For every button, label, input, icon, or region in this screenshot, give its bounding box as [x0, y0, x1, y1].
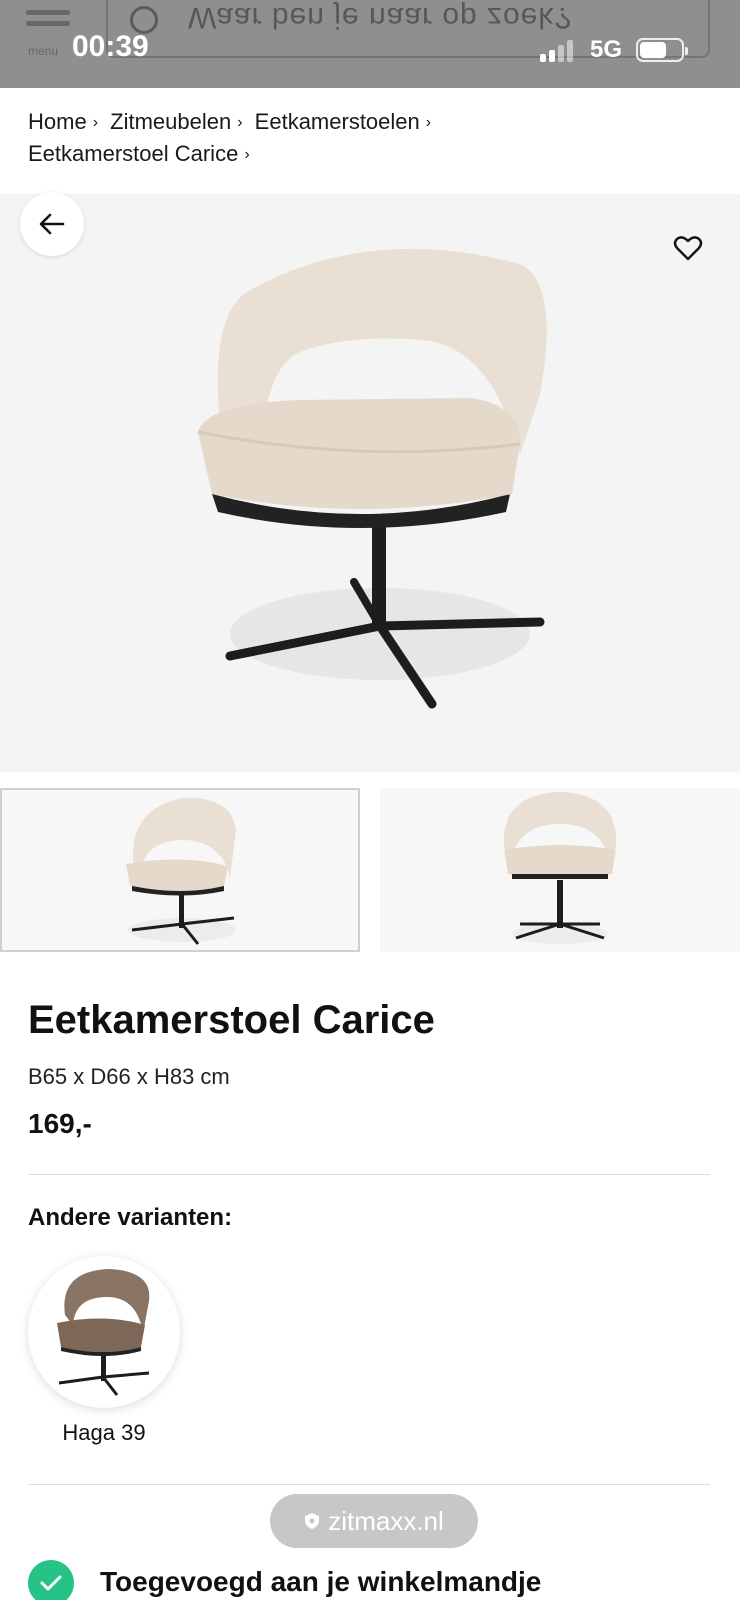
back-button[interactable] — [20, 192, 84, 256]
chair-image — [197, 248, 547, 709]
toast-message: Toegevoegd aan je winkelmandje — [100, 1566, 542, 1597]
site-domain: zitmaxx.nl — [328, 1505, 444, 1536]
site-header: menu Waar ben je naar op zoek? 00:39 5G — [0, 0, 740, 88]
breadcrumb-separator: › — [237, 114, 243, 131]
thumbnail-2[interactable] — [380, 788, 740, 952]
variants-heading: Andere varianten: — [28, 1204, 233, 1231]
status-time: 00:39 — [72, 30, 149, 63]
breadcrumb-separator: › — [425, 114, 432, 131]
breadcrumb-separator: › — [92, 114, 99, 131]
battery-icon — [636, 38, 688, 62]
divider — [28, 1484, 710, 1485]
variant-item[interactable]: Haga 39 — [28, 1256, 180, 1446]
site-url-pill[interactable]: zitmaxx.nl — [270, 1494, 478, 1548]
product-price: 169,- — [28, 1108, 92, 1139]
variant-image — [28, 1256, 180, 1408]
shield-icon — [305, 1513, 320, 1529]
thumbnail-1[interactable] — [0, 788, 360, 952]
favorite-button[interactable] — [670, 230, 706, 266]
breadcrumb-home[interactable]: Home — [28, 109, 87, 134]
product-main-image[interactable] — [0, 194, 740, 772]
cart-toast: Toegevoegd aan je winkelmandje — [28, 1560, 718, 1600]
breadcrumb-zitmeubelen[interactable]: Zitmeubelen — [110, 109, 231, 134]
breadcrumb-eetkamerstoelen[interactable]: Eetkamerstoelen — [255, 109, 420, 134]
breadcrumb: Home › Zitmeubelen › Eetkamerstoelen › Eetk… — [28, 106, 718, 170]
product-title: Eetkamerstoel Carice — [28, 998, 435, 1042]
variant-name: Haga 39 — [62, 1420, 146, 1445]
check-icon — [28, 1560, 74, 1600]
arrow-left-icon — [39, 213, 65, 235]
signal-icon — [540, 38, 580, 62]
network-type: 5G — [590, 36, 623, 63]
heart-icon — [673, 236, 703, 261]
breadcrumb-separator: › — [244, 146, 250, 163]
thumbnail-gallery — [0, 788, 740, 956]
divider — [28, 1174, 710, 1175]
product-dimensions: B65 x D66 x H83 cm — [28, 1064, 230, 1089]
menu-button[interactable]: menu — [22, 6, 74, 58]
breadcrumb-current[interactable]: Eetkamerstoel Carice — [28, 141, 238, 166]
